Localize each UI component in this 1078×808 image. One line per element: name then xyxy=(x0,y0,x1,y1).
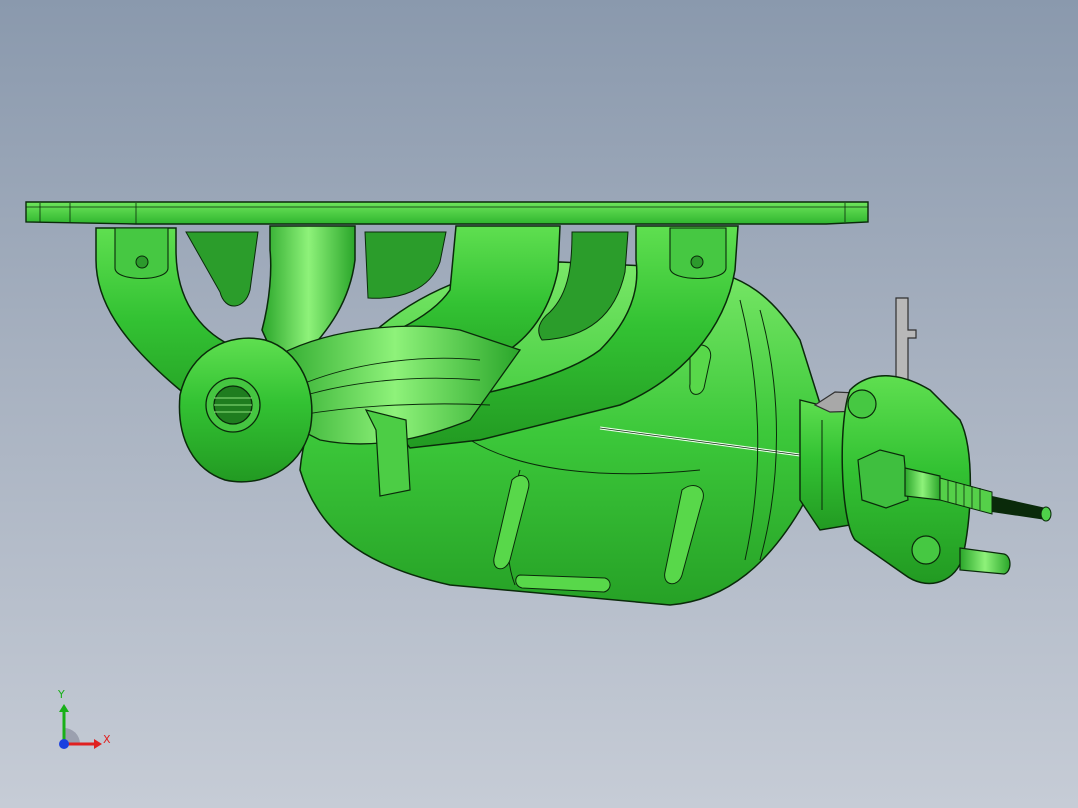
x-axis-label: X xyxy=(103,733,111,746)
z-axis-dot xyxy=(59,739,69,749)
x-axis-arrowhead xyxy=(94,739,102,749)
y-axis-label: Y xyxy=(58,688,65,701)
3d-viewport[interactable]: X Y xyxy=(0,0,1078,808)
sensor-port-boss[interactable] xyxy=(178,337,313,483)
manifold-flange-plate[interactable] xyxy=(25,201,869,225)
model-canvas[interactable] xyxy=(0,0,1078,808)
y-axis-arrowhead xyxy=(59,704,69,712)
